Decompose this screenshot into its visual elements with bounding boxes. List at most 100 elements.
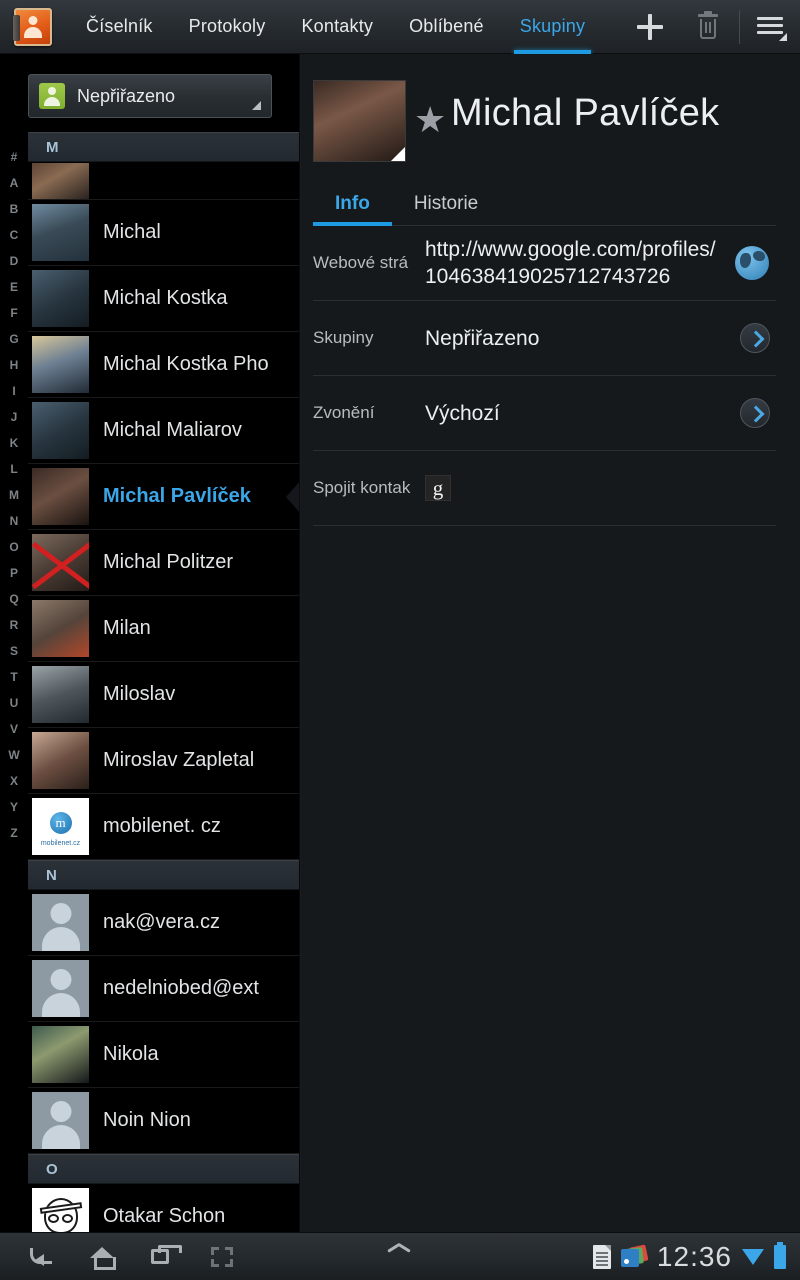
caret-up-icon[interactable] [388, 1250, 410, 1262]
list-item[interactable]: Michal Maliarov [28, 398, 300, 464]
index-letter[interactable]: H [10, 352, 19, 378]
index-letter[interactable]: K [10, 430, 19, 456]
tab-protokoly[interactable]: Protokoly [171, 0, 284, 54]
index-letter[interactable]: D [10, 248, 19, 274]
chevron-right-icon[interactable] [740, 323, 770, 353]
tab-ciselnik[interactable]: Číselník [68, 0, 171, 54]
chevron-right-icon[interactable] [740, 398, 770, 428]
list-item-selected[interactable]: Michal Pavlíček [28, 464, 300, 530]
index-letter[interactable]: L [10, 456, 17, 482]
clock[interactable]: 12:36 [657, 1241, 732, 1273]
index-letter[interactable]: A [10, 170, 19, 196]
detail-row-label: Webové strá [313, 253, 409, 272]
cross-out-icon [32, 534, 89, 591]
detail-row-value: Výchozí [425, 401, 500, 425]
system-bar: 12:36 [0, 1232, 800, 1280]
detail-row-groups[interactable]: Skupiny Nepřiřazeno [313, 301, 776, 376]
wifi-icon[interactable] [742, 1248, 764, 1265]
star-icon[interactable]: ★ [414, 102, 446, 138]
list-item[interactable]: Michal Politzer [28, 530, 300, 596]
index-letter[interactable]: O [9, 534, 18, 560]
list-item-label: mobilenet. cz [103, 815, 221, 837]
list-item[interactable]: Michal [28, 200, 300, 266]
contact-list[interactable]: M Michal Michal Kostka Michal Kostka Pho… [28, 132, 300, 1232]
index-letter[interactable]: N [10, 508, 19, 534]
icon-person [22, 16, 44, 39]
index-letter[interactable]: W [8, 742, 19, 768]
index-letter[interactable]: P [10, 560, 18, 586]
tab-info[interactable]: Info [313, 193, 392, 226]
group-spinner[interactable]: Nepřiřazeno [28, 74, 272, 118]
tab-skupiny[interactable]: Skupiny [502, 0, 603, 54]
page-title: Michal Pavlíček [451, 92, 720, 134]
detail-row-linked-contacts[interactable]: Spojit kontak g [313, 451, 776, 526]
contact-photo[interactable] [313, 80, 406, 162]
delete-button[interactable] [679, 0, 737, 54]
list-item[interactable]: Miroslav Zapletal [28, 728, 300, 794]
list-item-label: Michal Politzer [103, 551, 234, 573]
index-letter[interactable]: V [10, 716, 18, 742]
selection-indicator [286, 479, 300, 514]
list-item[interactable]: Nikola [28, 1022, 300, 1088]
index-letter[interactable]: S [10, 638, 18, 664]
list-item-label: Michal Kostka [103, 287, 228, 309]
index-letter[interactable]: Q [9, 586, 18, 612]
contacts-book-icon[interactable] [13, 7, 52, 46]
list-item[interactable]: m mobilenet.cz mobilenet. cz [28, 794, 300, 860]
list-item[interactable]: nedelniobed@ext [28, 956, 300, 1022]
index-letter[interactable]: G [9, 326, 18, 352]
back-button[interactable] [26, 1241, 58, 1273]
index-letter[interactable]: M [9, 482, 19, 508]
list-item[interactable]: Noin Nion [28, 1088, 300, 1154]
overflow-menu-button[interactable] [742, 0, 800, 54]
screenshot-button[interactable] [206, 1241, 238, 1273]
index-letter[interactable]: T [10, 664, 17, 690]
globe-icon[interactable] [735, 246, 769, 280]
list-item[interactable]: nak@vera.cz [28, 890, 300, 956]
list-item-label: Michal Pavlíček [103, 485, 251, 507]
index-letter[interactable]: U [10, 690, 19, 716]
avatar-placeholder-icon [32, 894, 89, 951]
add-group-button[interactable] [621, 0, 679, 54]
tab-oblibene[interactable]: Oblíbené [391, 0, 502, 54]
detail-row-website[interactable]: Webové strá http://www.google.com/profil… [313, 226, 776, 301]
index-letter[interactable]: Y [10, 794, 18, 820]
tab-kontakty[interactable]: Kontakty [283, 0, 391, 54]
index-letter[interactable]: I [12, 378, 15, 404]
index-letter[interactable]: X [10, 768, 18, 794]
list-item-label: Milan [103, 617, 151, 639]
contact-detail-pane: ★ Michal Pavlíček Info Historie Webové s… [301, 54, 800, 1232]
index-letter[interactable]: # [11, 144, 18, 170]
document-icon[interactable] [592, 1244, 611, 1269]
doodle-face-icon [32, 1188, 89, 1232]
recents-button[interactable] [146, 1241, 182, 1273]
google-badge-icon[interactable]: g [425, 475, 451, 501]
index-letter[interactable]: R [10, 612, 19, 638]
tab-historie[interactable]: Historie [392, 193, 500, 225]
detail-row-ringtone[interactable]: Zvonění Výchozí [313, 376, 776, 451]
list-item[interactable] [28, 162, 300, 200]
home-icon [90, 1246, 116, 1270]
mobilenet-logo-icon: m [49, 812, 72, 834]
index-letter[interactable]: B [10, 196, 19, 222]
status-icons: 12:36 [592, 1241, 786, 1273]
list-item[interactable]: Milan [28, 596, 300, 662]
list-item[interactable]: Michal Kostka Pho [28, 332, 300, 398]
currents-icon[interactable] [620, 1244, 649, 1269]
alphabet-index[interactable]: # A B C D E F G H I J K L M N O P Q R S … [0, 134, 28, 1232]
index-letter[interactable]: F [10, 300, 17, 326]
index-letter[interactable]: J [11, 404, 18, 430]
index-letter[interactable]: E [10, 274, 18, 300]
list-item-label: Michal Maliarov [103, 419, 242, 441]
list-item[interactable]: Michal Kostka [28, 266, 300, 332]
chevron-down-icon [252, 101, 261, 110]
list-item[interactable]: Otakar Schon [28, 1184, 300, 1232]
index-letter[interactable]: C [10, 222, 19, 248]
home-button[interactable] [86, 1241, 118, 1273]
avatar [32, 204, 89, 261]
avatar-placeholder-icon [32, 1092, 89, 1149]
list-item[interactable]: Miloslav [28, 662, 300, 728]
avatar [32, 336, 89, 393]
battery-icon[interactable] [774, 1241, 786, 1269]
index-letter[interactable]: Z [10, 820, 17, 846]
